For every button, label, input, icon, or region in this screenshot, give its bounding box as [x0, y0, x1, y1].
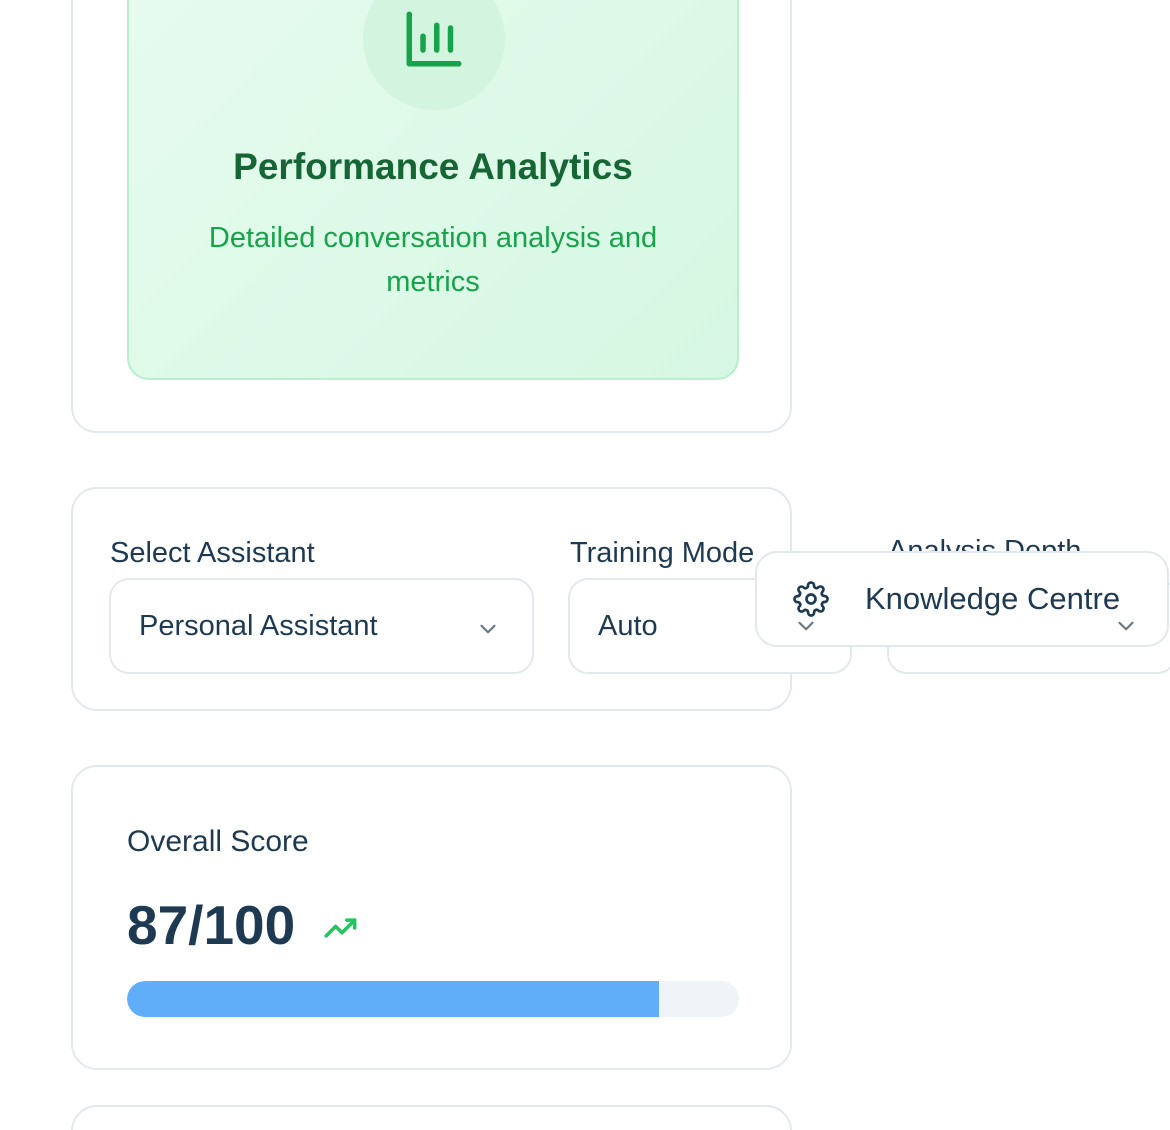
feature-icon-circle: [363, 0, 505, 110]
overall-score-card: Overall Score 87/100: [71, 765, 792, 1070]
chevron-down-icon: [480, 624, 496, 634]
bar-chart-icon: [406, 11, 462, 67]
assistant-select[interactable]: Personal Assistant: [109, 578, 534, 674]
assistant-select-label: Select Assistant: [110, 537, 315, 569]
training-mode-value: Auto: [598, 609, 658, 642]
score-progress-bar: [127, 981, 739, 1017]
next-card: [71, 1105, 792, 1130]
gear-icon: [793, 581, 829, 617]
feature-description: Detailed conversation analysis and metri…: [208, 222, 658, 298]
training-mode-label: Training Mode: [570, 537, 755, 569]
assistant-select-value: Personal Assistant: [139, 609, 378, 642]
knowledge-centre-button[interactable]: Knowledge Centre: [755, 551, 1169, 647]
performance-analytics-tile[interactable]: Performance Analytics Detailed conversat…: [127, 0, 739, 380]
chevron-down-icon: [1118, 621, 1134, 631]
page: Performance Analytics Detailed conversat…: [0, 0, 1170, 1130]
feature-card: Performance Analytics Detailed conversat…: [71, 0, 792, 433]
knowledge-centre-label: Knowledge Centre: [865, 581, 1121, 616]
score-label: Overall Score: [127, 825, 309, 858]
score-progress-fill: [127, 981, 660, 1017]
trending-up-icon: [324, 918, 357, 938]
chevron-down-icon: [798, 621, 814, 631]
feature-title: Performance Analytics: [233, 146, 633, 187]
score-value: 87/100: [127, 894, 296, 956]
